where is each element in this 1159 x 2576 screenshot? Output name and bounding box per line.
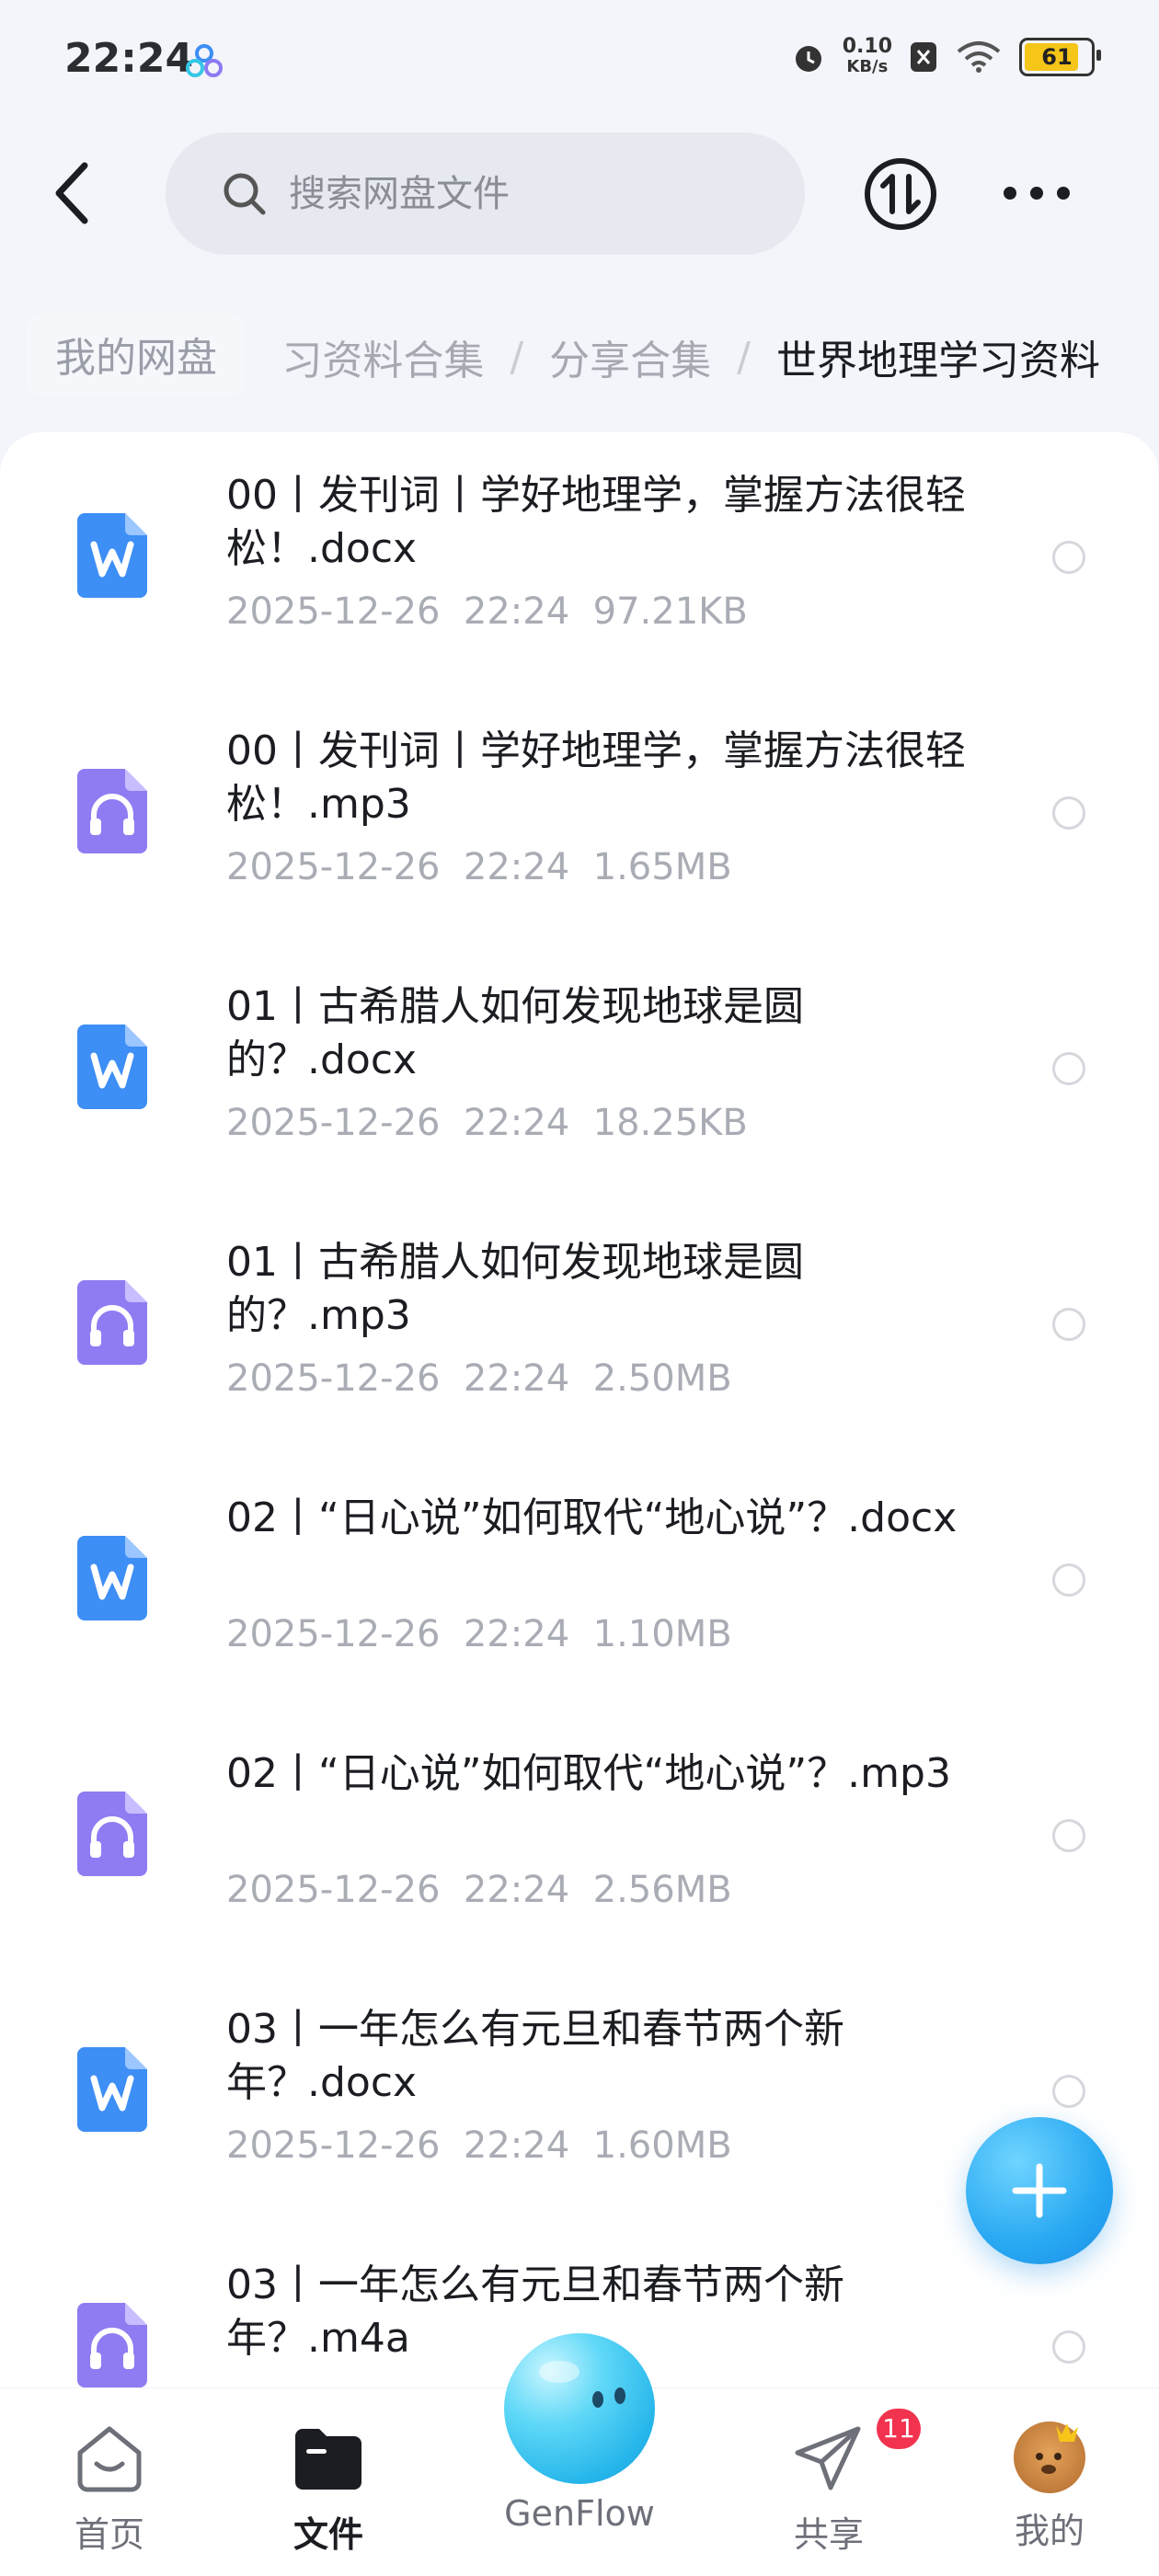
breadcrumb-item[interactable]: 分享合集	[549, 327, 711, 386]
file-row[interactable]: 02丨“日心说”如何取代“地心说”？.docx 2025-12-26 22:24…	[0, 1455, 1159, 1711]
search-bar[interactable]	[166, 132, 805, 255]
back-icon[interactable]	[44, 158, 103, 228]
status-time: 22:24	[64, 35, 194, 82]
word-file-icon	[77, 513, 147, 598]
alarm-icon	[795, 46, 821, 72]
tab-share-label: 共享	[793, 2514, 864, 2555]
breadcrumb-current: 世界地理学习资料	[776, 338, 1100, 384]
file-row[interactable]: 01丨古希腊人如何发现地球是圆的？.docx 2025-12-26 22:24 …	[0, 944, 1159, 1199]
file-name: 02丨“日心说”如何取代“地心说”？.mp3	[226, 1750, 951, 1797]
battery-icon: 61	[1019, 38, 1101, 76]
file-row[interactable]: 02丨“日心说”如何取代“地心说”？.mp3 2025-12-26 22:24 …	[0, 1711, 1159, 1966]
tab-genflow[interactable]: GenFlow	[502, 2333, 657, 2554]
avatar	[1014, 2421, 1085, 2493]
word-file-icon	[77, 1536, 147, 1620]
tab-files-label: 文件	[293, 2514, 363, 2555]
notification-x-icon	[911, 42, 936, 72]
net-speed: 0.10 KB/s	[842, 35, 892, 77]
file-meta: 2025-12-26 22:24 1.10MB	[226, 1613, 732, 1655]
plus-icon	[1012, 2163, 1067, 2218]
folder-icon	[295, 2429, 361, 2490]
search-icon	[224, 173, 266, 214]
audio-file-icon	[77, 769, 147, 853]
select-checkbox[interactable]	[1052, 1563, 1085, 1597]
breadcrumb-trail: 习资料合集 / 分享合集 / 世界地理学习资料	[281, 327, 1100, 386]
home-icon	[77, 2426, 142, 2492]
avatar-crown-icon	[1036, 2423, 1078, 2474]
breadcrumb-separator: /	[737, 333, 751, 381]
select-checkbox[interactable]	[1052, 1308, 1085, 1341]
file-name: 00丨发刊词丨学好地理学，掌握方法很轻松！.mp3	[226, 727, 966, 828]
audio-file-icon	[77, 1792, 147, 1876]
select-checkbox[interactable]	[1052, 796, 1085, 830]
file-meta: 2025-12-26 22:24 2.50MB	[226, 1357, 732, 1400]
file-meta: 2025-12-26 22:24 1.60MB	[226, 2124, 732, 2167]
app-logo-icon	[186, 44, 223, 77]
status-bar: 22:24 0.10 KB/s 61	[0, 0, 1159, 120]
bottom-tab-bar: 首页 文件 GenFlow 11 共享 我的	[0, 2333, 1159, 2576]
breadcrumb: 习资料合集 / 分享合集 / 世界地理学习资料 我的网盘	[0, 313, 1159, 405]
breadcrumb-item[interactable]: 习资料合集	[281, 327, 484, 386]
audio-file-icon	[77, 2303, 147, 2387]
word-file-icon	[77, 1025, 147, 1109]
select-checkbox[interactable]	[1052, 2330, 1085, 2364]
file-meta: 2025-12-26 22:24 97.21KB	[226, 590, 748, 633]
breadcrumb-home[interactable]: 我的网盘	[26, 313, 247, 395]
top-nav	[0, 129, 1159, 258]
file-row[interactable]: 00丨发刊词丨学好地理学，掌握方法很轻松！.mp3 2025-12-26 22:…	[0, 688, 1159, 944]
tab-share[interactable]: 11 共享	[760, 2409, 921, 2557]
select-checkbox[interactable]	[1052, 1052, 1085, 1085]
file-meta: 2025-12-26 22:24 2.56MB	[226, 1869, 732, 1911]
search-input[interactable]	[287, 171, 732, 216]
add-button[interactable]	[966, 2117, 1113, 2264]
breadcrumb-separator: /	[510, 333, 524, 381]
file-row[interactable]: 00丨发刊词丨学好地理学，掌握方法很轻松！.docx 2025-12-26 22…	[0, 432, 1159, 688]
wifi-icon	[957, 41, 1001, 73]
tab-me[interactable]: 我的	[981, 2421, 1119, 2553]
audio-file-icon	[77, 1280, 147, 1365]
select-checkbox[interactable]	[1052, 541, 1085, 574]
select-checkbox[interactable]	[1052, 2075, 1085, 2108]
file-name: 00丨发刊词丨学好地理学，掌握方法很轻松！.docx	[226, 472, 966, 572]
more-icon[interactable]	[999, 177, 1074, 210]
share-badge: 11	[877, 2409, 921, 2449]
select-checkbox[interactable]	[1052, 1819, 1085, 1852]
tab-genflow-label: GenFlow	[504, 2493, 655, 2534]
send-icon	[795, 2426, 861, 2490]
tab-files[interactable]: 文件	[259, 2421, 397, 2557]
file-name: 01丨古希腊人如何发现地球是圆的？.docx	[226, 983, 804, 1083]
word-file-icon	[77, 2047, 147, 2132]
file-meta: 2025-12-26 22:24 1.65MB	[226, 846, 732, 888]
tab-home-label: 首页	[74, 2514, 144, 2555]
file-meta: 2025-12-26 22:24 18.25KB	[226, 1102, 748, 1144]
file-name: 03丨一年怎么有元旦和春节两个新年？.docx	[226, 2006, 844, 2106]
mascot-face-icon	[539, 2361, 625, 2408]
file-name: 01丨古希腊人如何发现地球是圆的？.mp3	[226, 1239, 804, 1339]
tab-home[interactable]: 首页	[40, 2421, 178, 2557]
tab-me-label: 我的	[1014, 2511, 1084, 2551]
file-row[interactable]: 01丨古希腊人如何发现地球是圆的？.mp3 2025-12-26 22:24 2…	[0, 1199, 1159, 1455]
file-name: 02丨“日心说”如何取代“地心说”？.docx	[226, 1494, 958, 1541]
transfer-icon[interactable]	[863, 156, 938, 232]
file-list: 00丨发刊词丨学好地理学，掌握方法很轻松！.docx 2025-12-26 22…	[0, 432, 1159, 2391]
genflow-mascot-icon	[504, 2333, 655, 2484]
